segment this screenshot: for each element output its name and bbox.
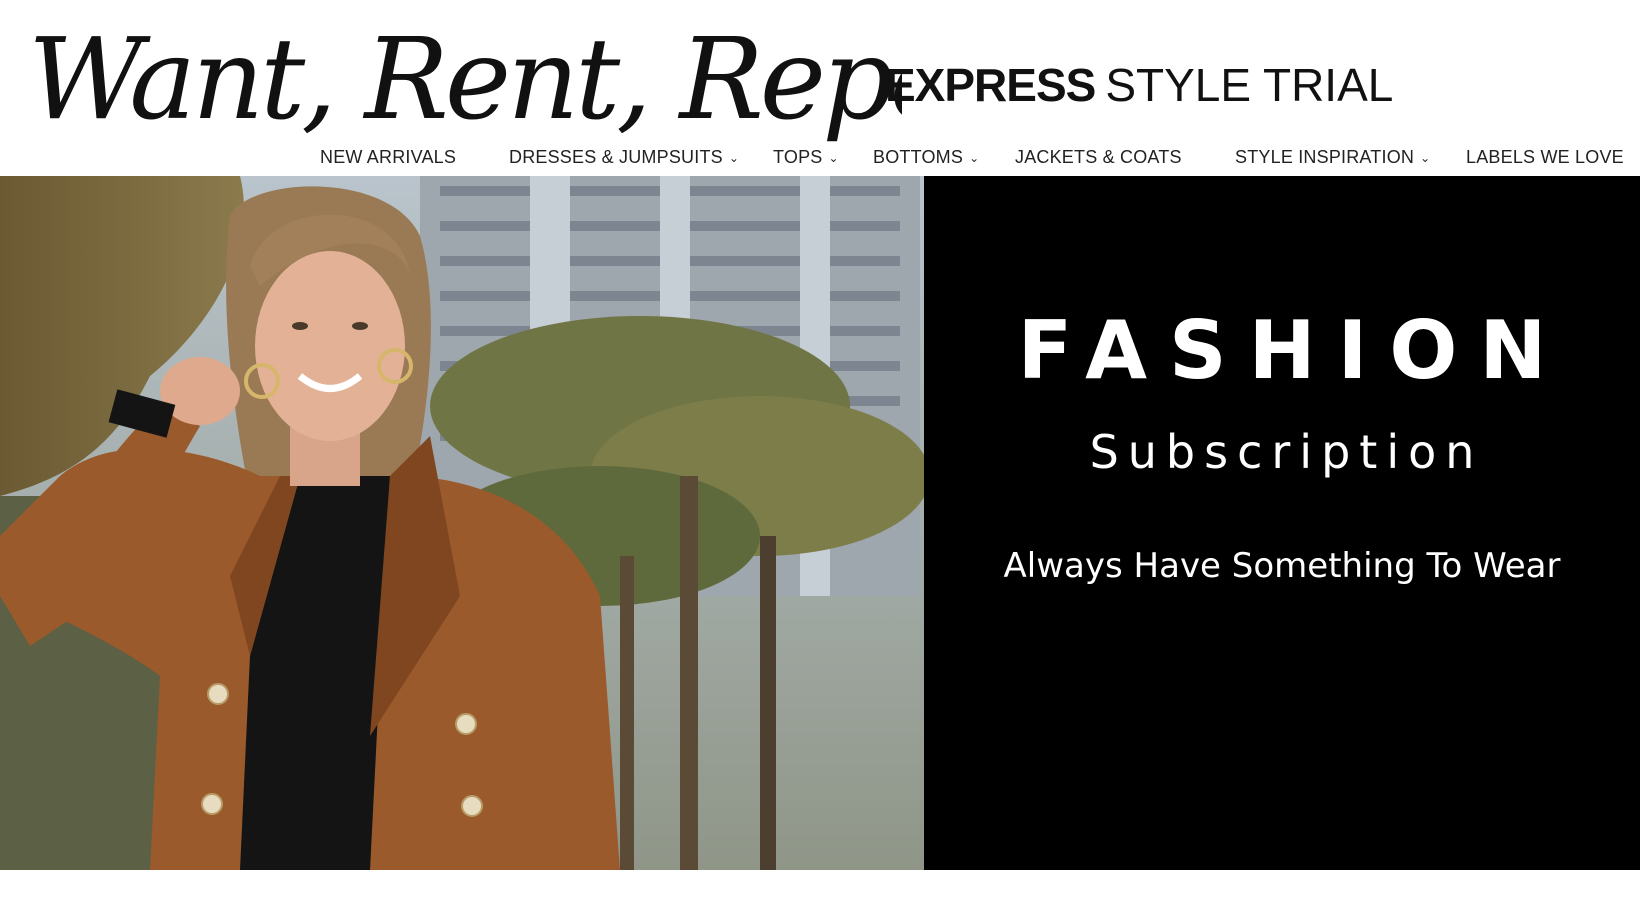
nav-item-label: DRESSES & JUMPSUITS — [509, 147, 723, 167]
hero-headline: FASHION — [1017, 304, 1569, 397]
hero-photo-illustration — [0, 176, 924, 870]
script-title-logo: Want, Rent, Repeat — [28, 15, 902, 145]
nav-item-label: JACKETS & COATS — [1015, 147, 1182, 167]
main-nav: NEW ARRIVALS DRESSES & JUMPSUITS ⌄ TOPS ⌄ … — [0, 146, 1640, 168]
nav-item-label: LABELS WE LOVE — [1466, 147, 1624, 167]
nav-item-jackets-coats[interactable]: JACKETS & COATS — [1015, 146, 1182, 168]
nav-item-label: STYLE INSPIRATION — [1235, 147, 1415, 167]
brand-bold-text: EXPRESS — [885, 59, 1096, 111]
nav-item-style-inspiration[interactable]: STYLE INSPIRATION ⌄ — [1235, 146, 1430, 170]
footer-whitespace — [0, 870, 1640, 924]
brand-wordmark[interactable]: EXPRESS STYLE TRIAL — [885, 58, 1393, 112]
hero-photo — [0, 176, 924, 870]
nav-item-label: BOTTOMS — [873, 147, 964, 167]
script-title-text: Want, Rent, Repeat — [28, 15, 902, 145]
brand-light-text: STYLE TRIAL — [1105, 59, 1394, 111]
nav-item-tops[interactable]: TOPS ⌄ — [773, 146, 839, 170]
chevron-down-icon: ⌄ — [728, 151, 740, 165]
nav-item-bottoms[interactable]: BOTTOMS ⌄ — [873, 146, 979, 170]
nav-item-label: TOPS — [773, 147, 823, 167]
nav-item-new-arrivals[interactable]: NEW ARRIVALS — [320, 146, 456, 168]
hero-text-panel: FASHION Subscription Always Have Somethi… — [924, 176, 1640, 870]
chevron-down-icon: ⌄ — [828, 151, 839, 165]
hero-tagline: Always Have Something To Wear — [1003, 546, 1561, 586]
nav-item-label: NEW ARRIVALS — [320, 147, 457, 167]
site-header: Want, Rent, Repeat EXPRESSSTYLE TRIAL NE… — [0, 0, 1640, 175]
hero-subheadline: Subscription — [1089, 425, 1484, 479]
chevron-down-icon: ⌄ — [1420, 151, 1431, 165]
nav-item-labels-we-love[interactable]: LABELS WE LOVE — [1466, 146, 1624, 168]
nav-item-dresses-jumpsuits[interactable]: DRESSES & JUMPSUITS ⌄ — [509, 146, 739, 170]
chevron-down-icon: ⌄ — [969, 151, 980, 165]
